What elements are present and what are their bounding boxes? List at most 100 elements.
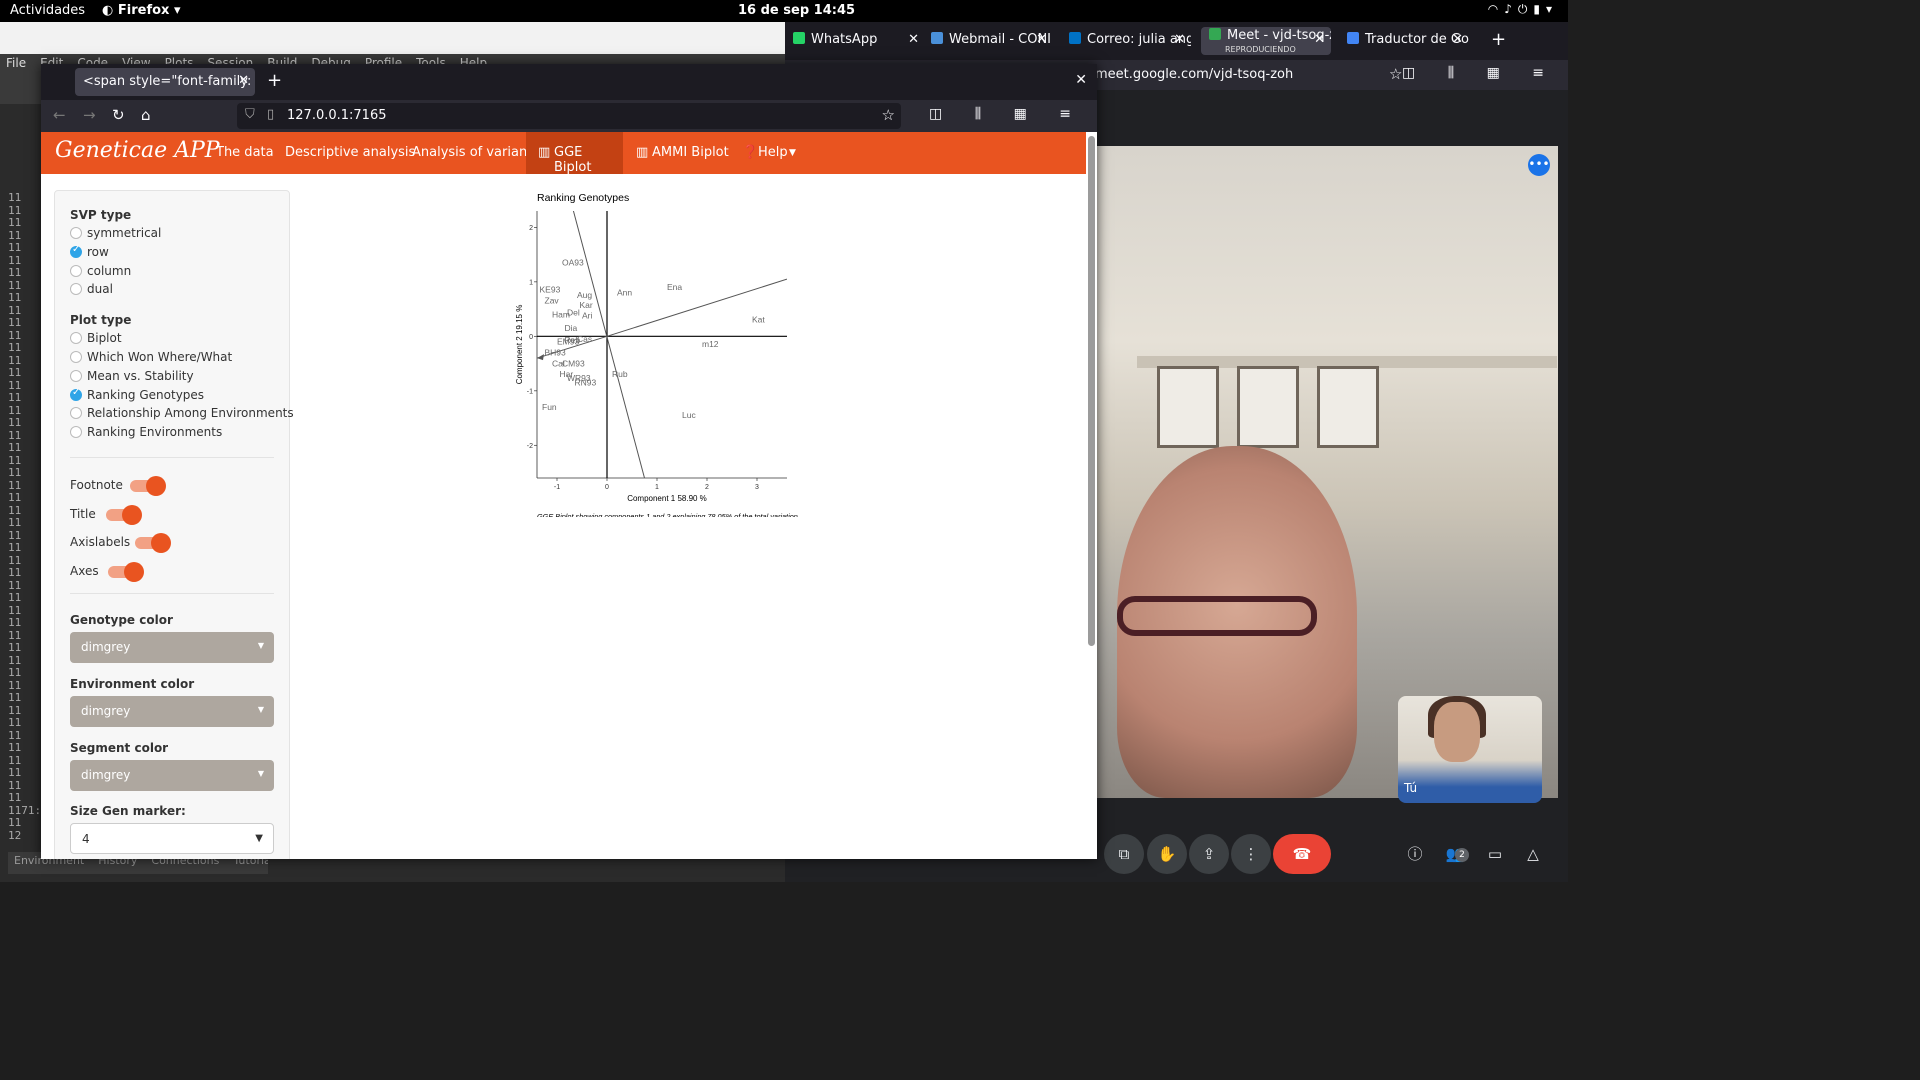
shiny-app: Geneticae APP The data Descriptive analy…	[41, 132, 1086, 859]
y-tick-label: -1	[527, 388, 533, 395]
nav-gge-biplot[interactable]: ▥ GGE Biplot	[526, 132, 623, 175]
line-number: 11	[8, 391, 22, 404]
nav-descriptive-analysis[interactable]: Descriptive analysis	[285, 145, 415, 160]
activities-icon[interactable]: △	[1513, 834, 1553, 874]
forward-arrow-icon[interactable]: →	[83, 106, 96, 124]
app-brand[interactable]: Geneticae APP	[55, 138, 220, 163]
genotype-label: Kat	[752, 315, 765, 325]
page-scrollbar[interactable]	[1088, 136, 1095, 646]
new-tab-button[interactable]: +	[1483, 27, 1513, 55]
app-menu-firefox[interactable]: ◐ Firefox ▾	[102, 3, 180, 18]
info-icon[interactable]: ⓘ	[1395, 834, 1435, 874]
nav-the-data[interactable]: The data	[216, 145, 274, 160]
shield-icon[interactable]: ⛉	[245, 107, 255, 122]
rstudio-toolbar	[0, 74, 42, 104]
line-number: 11	[8, 516, 22, 529]
radio-icon	[70, 351, 82, 363]
bookmark-star-icon[interactable]: ☆	[882, 106, 895, 124]
nav-ammi-biplot[interactable]: AMMI Biplot	[652, 145, 729, 160]
bookmark-star-icon[interactable]: ☆	[1389, 65, 1402, 83]
tab-shiny-app[interactable]: <span style="font-family: Lob✕	[75, 68, 255, 96]
self-video-tile[interactable]: Tú	[1398, 696, 1542, 803]
new-tab-button[interactable]: +	[267, 70, 282, 91]
tab-webmail[interactable]: Webmail - CONI ✕	[923, 27, 1053, 55]
footnote-toggle[interactable]	[130, 476, 166, 496]
wall-frame	[1237, 366, 1299, 448]
line-number: 11	[8, 666, 22, 679]
url-field[interactable]: ⛉ ▯ 127.0.0.1:7165 ☆	[237, 103, 901, 129]
meet-url[interactable]: meet.google.com/vjd-tsoq-zoh	[1095, 67, 1293, 82]
genotype-color-select[interactable]: dimgrey ▼	[70, 632, 274, 663]
radio-icon	[70, 370, 82, 382]
select-value: dimgrey	[81, 704, 131, 718]
size-gen-select[interactable]: 4 ▼	[70, 823, 274, 854]
radio-checked-icon	[70, 244, 82, 258]
radio-label: dual	[87, 282, 113, 296]
environment-color-label: Environment color	[70, 677, 195, 691]
segment-color-select[interactable]: dimgrey ▼	[70, 760, 274, 791]
url-text[interactable]: 127.0.0.1:7165	[287, 108, 387, 123]
close-icon[interactable]: ✕	[1314, 32, 1325, 47]
gge-biplot-figure: Ranking Genotypes -1 0 1 2 3 -2 -1 0 1 2 Component …	[511, 187, 851, 530]
present-icon[interactable]: ⇪	[1189, 834, 1229, 874]
genotype-label: Dia	[565, 323, 578, 333]
close-icon[interactable]: ✕	[1174, 32, 1185, 47]
window-close-icon[interactable]: ✕	[1075, 72, 1087, 88]
close-icon[interactable]: ✕	[908, 32, 919, 47]
axes-toggle[interactable]	[108, 562, 144, 582]
title-toggle[interactable]	[106, 505, 142, 525]
back-arrow-icon[interactable]: ←	[53, 106, 66, 124]
radio-label: Mean vs. Stability	[87, 369, 194, 383]
toggle-knob	[151, 533, 171, 553]
environment-color-select[interactable]: dimgrey ▼	[70, 696, 274, 727]
line-number: 11	[8, 816, 22, 829]
end-call-button[interactable]: ☎	[1273, 834, 1331, 874]
home-icon[interactable]: ⌂	[141, 106, 151, 124]
nav-analysis-of-variance[interactable]: Analysis of variance	[412, 145, 542, 160]
ate-axis-line	[606, 278, 787, 337]
toggle-knob	[122, 505, 142, 525]
line-number: 11	[8, 741, 22, 754]
line-number: 11	[8, 716, 22, 729]
reload-icon[interactable]: ↻	[112, 106, 125, 124]
genotype-label: Ena	[667, 282, 682, 292]
system-clock[interactable]: 16 de sep 14:45	[738, 3, 855, 18]
plot-type-heading: Plot type	[70, 313, 132, 327]
tab-traductor[interactable]: Traductor de Goo ✕	[1339, 27, 1469, 55]
axislabels-label: Axislabels	[70, 535, 131, 549]
activities-button[interactable]: Actividades	[10, 3, 85, 18]
line-number: 11	[8, 441, 22, 454]
close-icon[interactable]: ✕	[238, 73, 249, 88]
more-options-icon[interactable]: •••	[1528, 154, 1550, 176]
self-face	[1434, 702, 1480, 762]
more-icon[interactable]: ⋮	[1231, 834, 1271, 874]
axislabels-toggle[interactable]	[135, 533, 171, 553]
x-tick-label: 0	[605, 484, 609, 491]
captions-icon[interactable]: ⧉	[1104, 834, 1144, 874]
tab-meet[interactable]: Meet - vjd-tsoq-z REPRODUCIENDO ✕	[1201, 27, 1331, 55]
chat-icon[interactable]: ▭	[1475, 834, 1515, 874]
close-icon[interactable]: ✕	[1036, 32, 1047, 47]
tab-correo[interactable]: Correo: julia ange ✕	[1061, 27, 1191, 55]
x-tick-label: -1	[554, 484, 560, 491]
segment-color-label: Segment color	[70, 741, 169, 755]
radio-icon	[70, 227, 82, 239]
raise-hand-icon[interactable]: ✋	[1147, 834, 1187, 874]
firefox-toolbar-icons[interactable]: ◫ ⫼ ▦ ≡	[929, 106, 1085, 122]
line-number: 11	[8, 616, 22, 629]
radio-icon	[70, 407, 82, 419]
meet-toolbar-icons[interactable]: ◫ ⫼ ▦ ≡	[1402, 65, 1558, 81]
rstudio-menu-item[interactable]: File	[6, 56, 26, 70]
line-number: 12	[8, 828, 22, 842]
line-number: 11	[8, 266, 22, 279]
tab-whatsapp[interactable]: WhatsApp ✕	[785, 27, 925, 55]
close-icon[interactable]: ✕	[1452, 32, 1463, 47]
genotype-label: Ann	[617, 287, 632, 297]
radio-label: column	[87, 264, 132, 278]
editor-line-numbers: 11 11 11 11 11 11 11 11 11 11 11 11 11 11 11 11 11 11 11 11…	[8, 191, 41, 852]
genotype-label: BH93	[545, 347, 567, 357]
line-number: 11	[8, 691, 22, 704]
nav-help[interactable]: Help	[758, 145, 788, 160]
line-number: 11	[8, 541, 22, 554]
system-tray[interactable]: ◠♪⏻▮▾	[1488, 2, 1558, 17]
